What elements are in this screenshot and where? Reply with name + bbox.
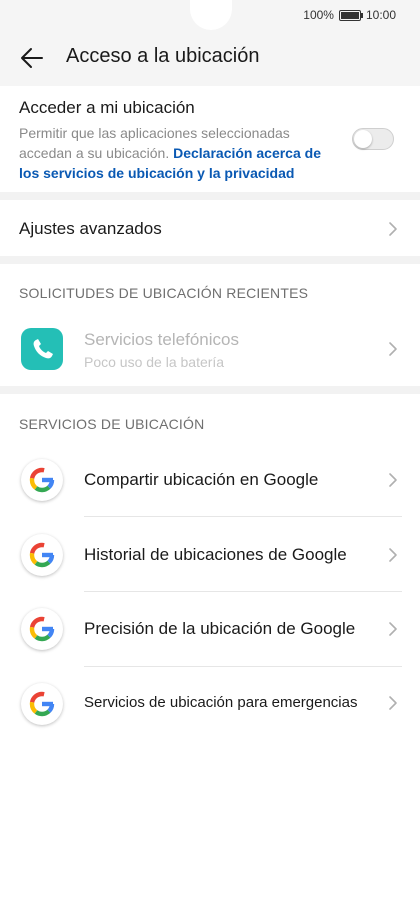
chevron-right-icon bbox=[389, 222, 397, 236]
location-service-item[interactable]: Historial de ubicaciones de Google bbox=[0, 517, 420, 592]
location-services-title: SERVICIOS DE UBICACIÓN bbox=[19, 416, 205, 432]
chevron-right-icon bbox=[389, 622, 397, 636]
page-title: Acceso a la ubicación bbox=[66, 45, 260, 67]
chevron-right-icon bbox=[389, 696, 397, 710]
clock: 10:00 bbox=[365, 8, 396, 22]
recent-request-item[interactable]: Servicios telefónicos Poco uso de la bat… bbox=[0, 318, 420, 380]
google-icon bbox=[21, 459, 63, 501]
status-bar: 100% 10:00 bbox=[0, 0, 420, 30]
battery-percent: 100% bbox=[303, 8, 334, 22]
location-service-label: Historial de ubicaciones de Google bbox=[84, 545, 347, 564]
app-header: Acceso a la ubicación bbox=[0, 30, 420, 86]
battery-icon bbox=[338, 9, 363, 21]
location-service-item[interactable]: Servicios de ubicación para emergencias bbox=[0, 667, 420, 739]
location-access-description: Permitir que las aplicaciones selecciona… bbox=[19, 123, 344, 183]
advanced-settings-label: Ajustes avanzados bbox=[19, 219, 162, 238]
location-access-toggle[interactable] bbox=[352, 128, 394, 150]
recent-app-detail: Poco uso de la batería bbox=[84, 354, 225, 370]
chevron-right-icon bbox=[389, 548, 397, 562]
location-service-label: Servicios de ubicación para emergencias bbox=[84, 694, 358, 711]
section-separator bbox=[0, 192, 420, 200]
google-icon bbox=[21, 534, 63, 576]
camera-notch bbox=[190, 0, 232, 30]
recent-app-name: Servicios telefónicos bbox=[84, 330, 239, 349]
phone-app-icon bbox=[21, 328, 63, 370]
location-access-label: Acceder a mi ubicación bbox=[19, 98, 195, 117]
chevron-right-icon bbox=[389, 342, 397, 356]
google-icon bbox=[21, 608, 63, 650]
location-service-item[interactable]: Compartir ubicación en Google bbox=[0, 443, 420, 517]
location-service-label: Compartir ubicación en Google bbox=[84, 470, 319, 489]
chevron-right-icon bbox=[389, 473, 397, 487]
section-separator bbox=[0, 386, 420, 394]
location-service-item[interactable]: Precisión de la ubicación de Google bbox=[0, 592, 420, 667]
back-arrow-icon[interactable] bbox=[18, 44, 46, 72]
google-icon bbox=[21, 683, 63, 725]
location-service-label: Precisión de la ubicación de Google bbox=[84, 619, 356, 638]
recent-requests-title: SOLICITUDES DE UBICACIÓN RECIENTES bbox=[19, 285, 309, 301]
advanced-settings-row[interactable]: Ajustes avanzados bbox=[0, 200, 420, 256]
toggle-knob bbox=[354, 130, 372, 148]
section-separator bbox=[0, 256, 420, 264]
status-indicators: 100% 10:00 bbox=[303, 8, 396, 22]
